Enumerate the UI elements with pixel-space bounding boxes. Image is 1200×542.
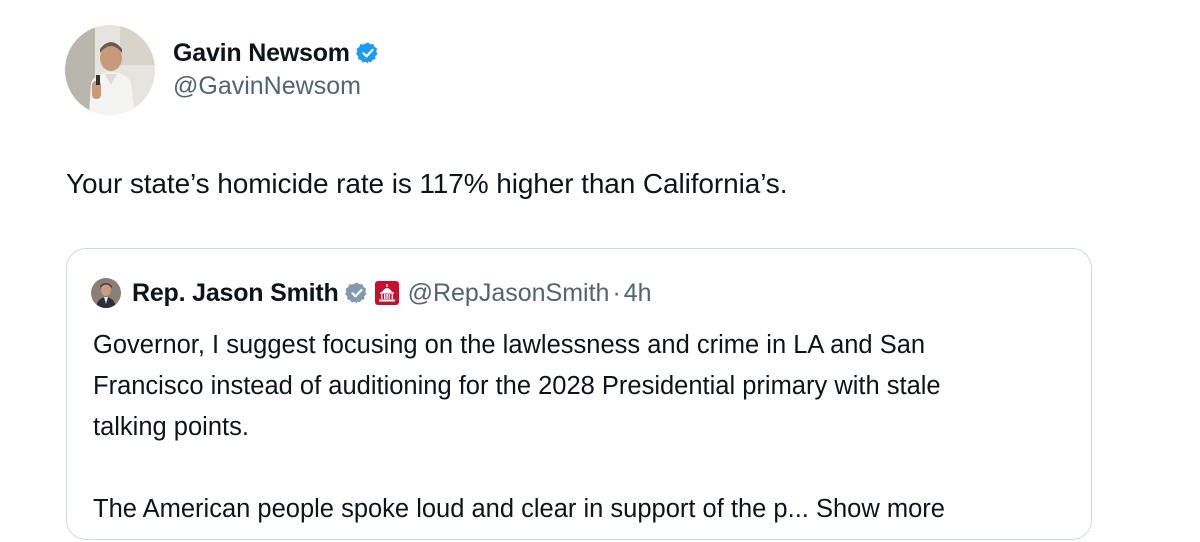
quoted-author-name[interactable]: Rep. Jason Smith [132, 279, 339, 308]
quoted-author-handle[interactable]: @RepJasonSmith [408, 279, 610, 308]
quoted-author-avatar[interactable] [91, 278, 121, 308]
quoted-truncated-text: The American people spoke loud and clear… [93, 495, 816, 523]
gray-verified-badge-icon[interactable] [344, 281, 369, 305]
author-handle[interactable]: @GavinNewsom [173, 72, 380, 101]
capitol-icon[interactable] [374, 280, 400, 306]
quoted-text-line: The American people spoke loud and clear… [93, 489, 1083, 530]
verified-badge-icon[interactable] [355, 41, 380, 65]
post: Gavin Newsom @GavinNewsom Your state’s h… [0, 0, 1200, 542]
author-block: Gavin Newsom @GavinNewsom [173, 36, 380, 101]
quoted-tweet-card[interactable]: Rep. Jason Smith @RepJasonSmith · 4h Gov… [66, 248, 1092, 540]
quoted-text-line: talking points. [93, 413, 249, 441]
dot-separator: · [612, 278, 621, 307]
quoted-text-line: Francisco instead of auditioning for the… [93, 372, 941, 400]
show-more-link[interactable]: Show more [816, 495, 945, 523]
quoted-text-line: Governor, I suggest focusing on the lawl… [93, 331, 926, 359]
quoted-timestamp[interactable]: 4h [624, 279, 652, 308]
quoted-author-photo [91, 278, 121, 308]
author-photo [65, 25, 155, 115]
author-name[interactable]: Gavin Newsom [173, 39, 350, 68]
quoted-tweet-header: Rep. Jason Smith @RepJasonSmith · 4h [91, 277, 652, 309]
tweet-text: Your state’s homicide rate is 117% highe… [66, 168, 788, 199]
author-avatar[interactable] [65, 25, 155, 115]
quoted-tweet-body: Governor, I suggest focusing on the lawl… [93, 325, 1083, 530]
